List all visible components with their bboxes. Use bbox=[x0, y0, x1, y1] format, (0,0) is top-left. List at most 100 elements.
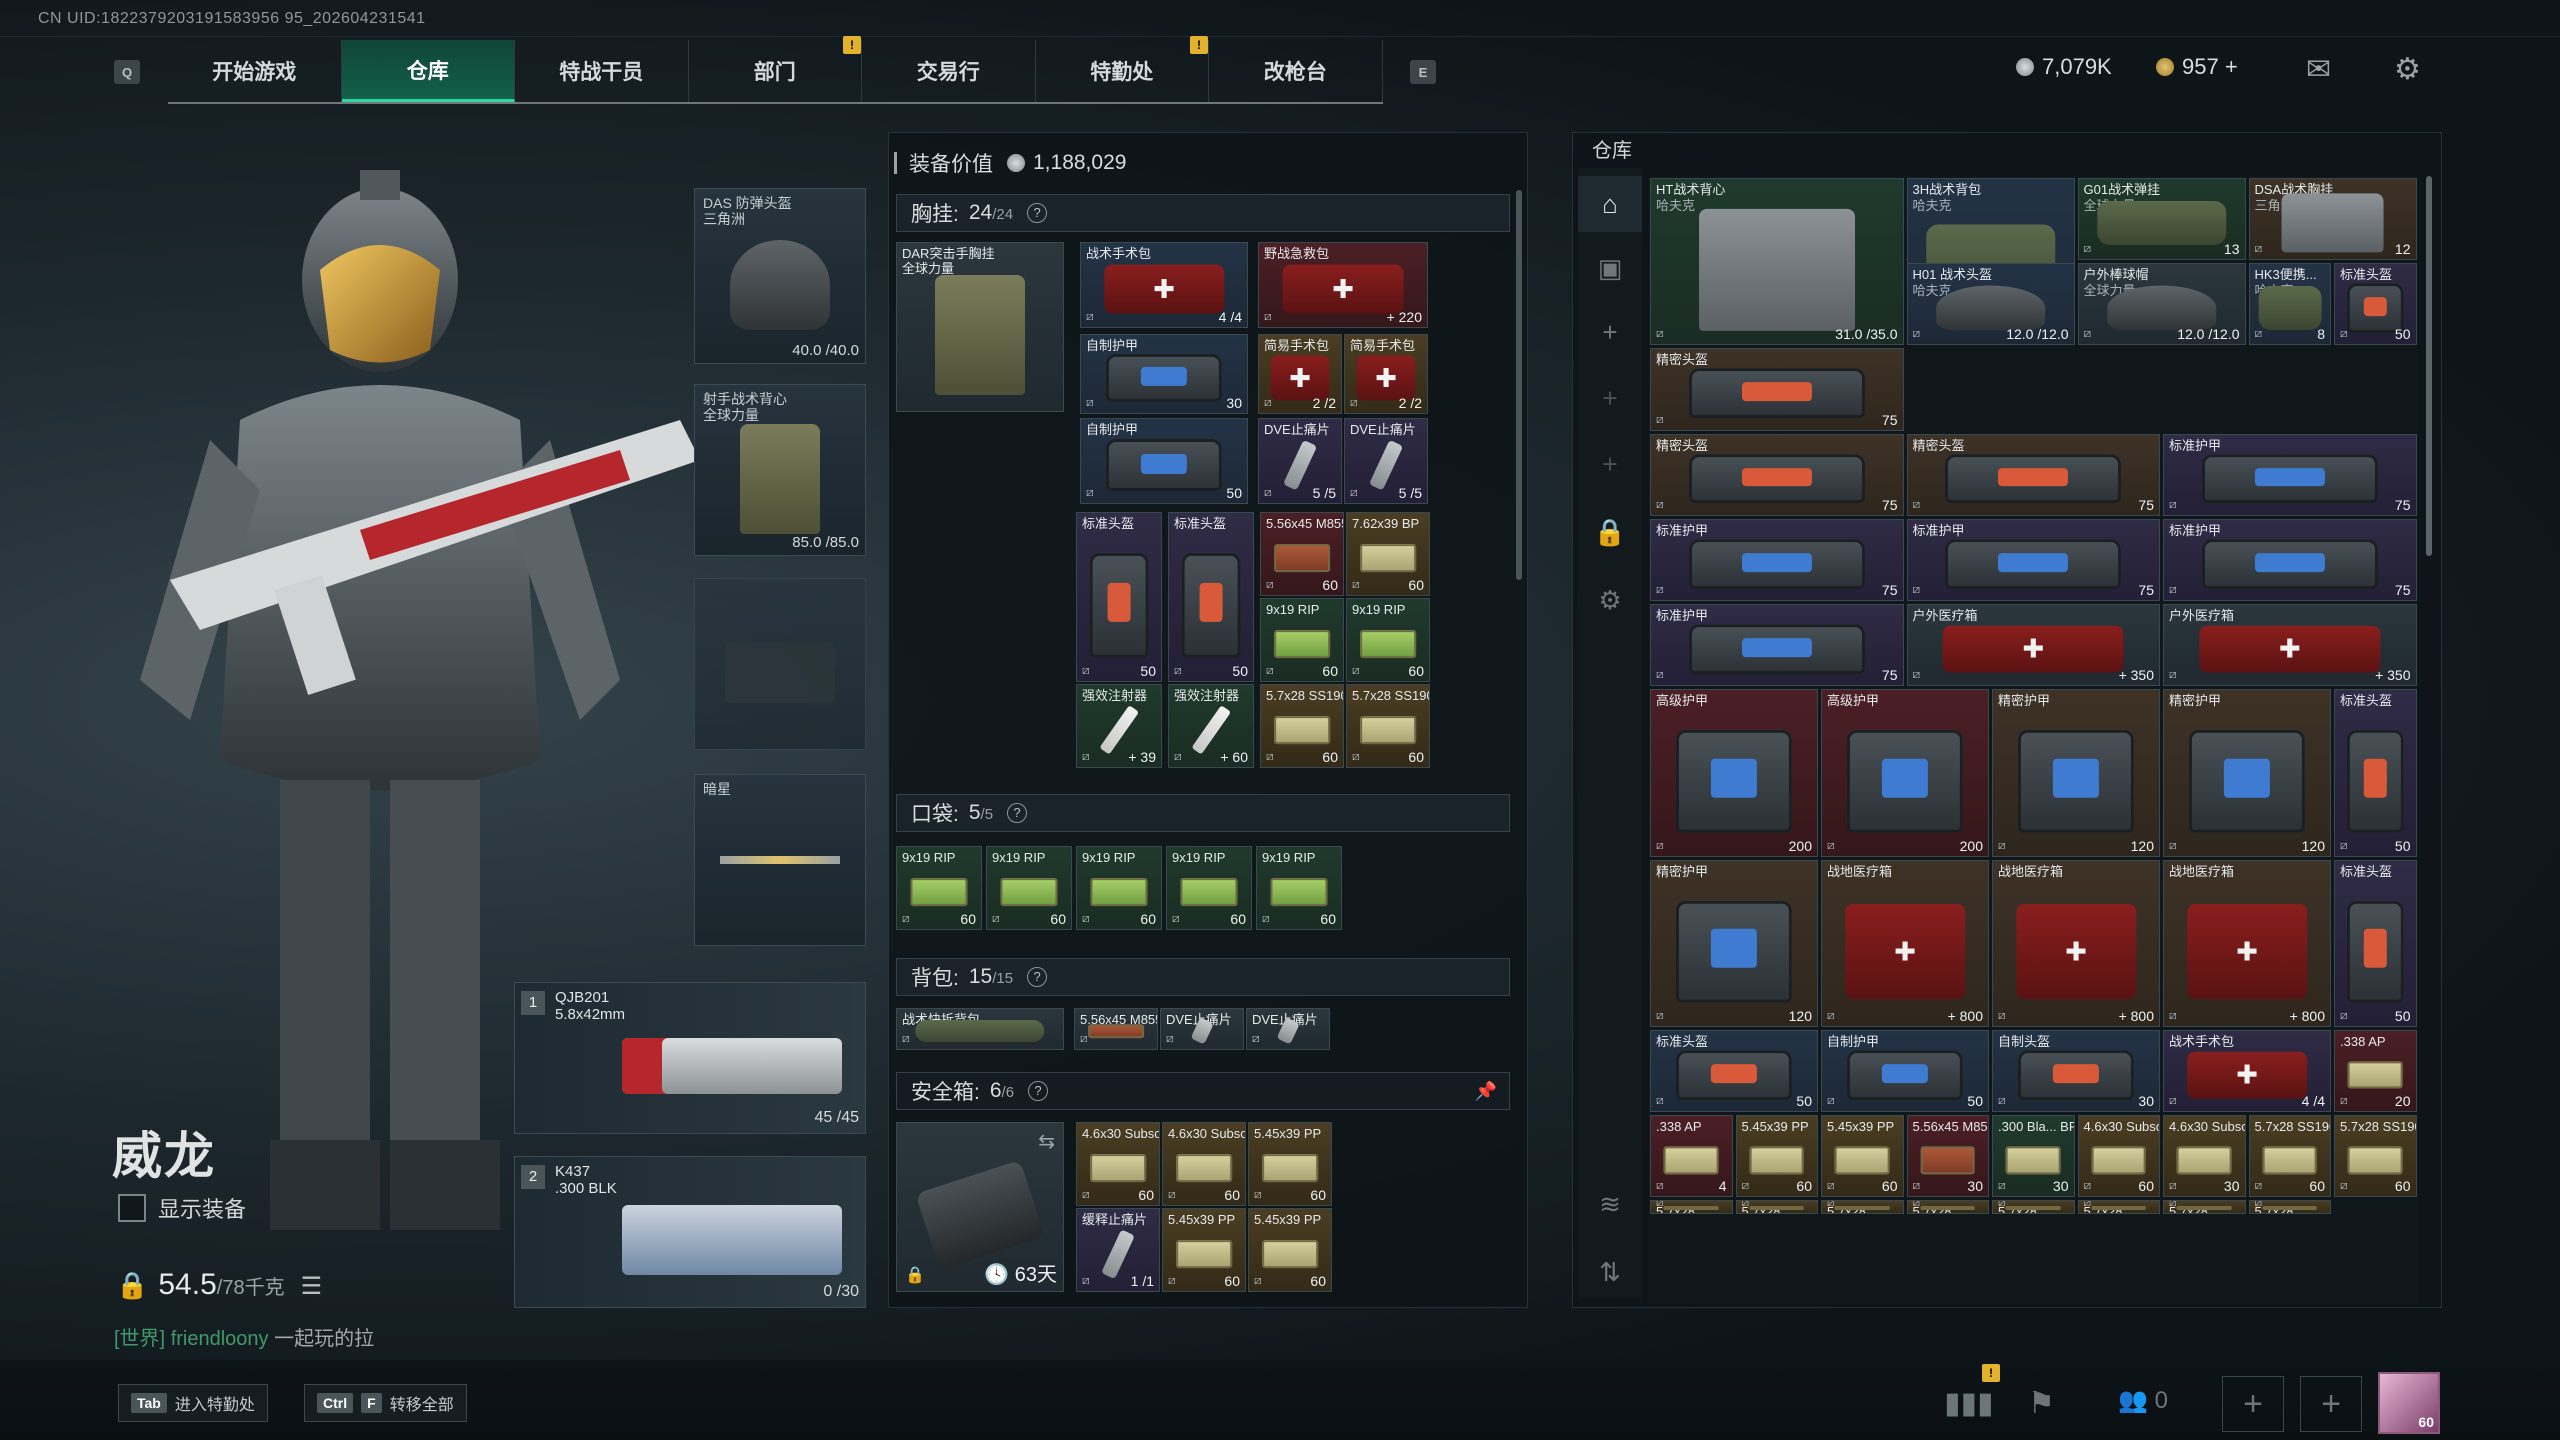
tab-trade[interactable]: 交易行 bbox=[862, 40, 1036, 102]
chest-item[interactable]: 5.7x28 SS190 ⧄ 60 bbox=[1346, 684, 1430, 768]
tab-gunsmith[interactable]: 改枪台 bbox=[1209, 40, 1383, 102]
weight-list-icon[interactable]: ☰ bbox=[301, 1272, 323, 1301]
warehouse-item[interactable]: 战术手术包 ⧄ 4 /4 bbox=[2163, 1030, 2331, 1113]
bond-balance[interactable]: 957 + bbox=[2156, 54, 2238, 80]
warehouse-item[interactable]: .300 Bla... BP/ADMJ ⧄ 30 bbox=[1992, 1115, 2075, 1198]
warehouse-page-icon[interactable]: ▣ bbox=[1578, 240, 1642, 296]
warehouse-item[interactable]: 5.7x28 SS190 ⧄ 60 bbox=[2248, 1115, 2331, 1198]
pocket-item[interactable]: 9x19 RIP ⧄ 60 bbox=[986, 846, 1072, 930]
pocket-item[interactable]: 9x19 RIP ⧄ 60 bbox=[1256, 846, 1342, 930]
add-page-3-icon[interactable]: + bbox=[1578, 436, 1642, 492]
tab-warehouse[interactable]: 仓库 bbox=[341, 40, 515, 102]
chest-item[interactable]: 简易手术包 ⧄ 2 /2 bbox=[1344, 334, 1428, 414]
warehouse-item[interactable]: 精密头盔 ⧄ 75 bbox=[1906, 433, 2160, 516]
warehouse-item[interactable]: 标准护甲 ⧄ 75 bbox=[1906, 518, 2160, 601]
prev-tab-key[interactable]: Q bbox=[114, 60, 140, 84]
backpack-item[interactable]: 5.56x45 M855A1⧄ bbox=[1074, 1008, 1158, 1050]
chest-item[interactable]: 标准头盔 ⧄ 50 bbox=[1168, 512, 1254, 682]
warehouse-item[interactable]: 精密头盔 ⧄ 75 bbox=[1650, 433, 1904, 516]
chest-item[interactable]: 强效注射器 ⧄ + 60 bbox=[1168, 684, 1254, 768]
warehouse-item[interactable]: 户外医疗箱 ⧄ + 350 bbox=[1906, 604, 2160, 687]
backpack-item[interactable]: DVE止痛片⧄ bbox=[1160, 1008, 1244, 1050]
warehouse-item[interactable]: 5.56x45 M855 ⧄ 30 bbox=[1906, 1115, 1989, 1198]
warehouse-item[interactable]: 精密护甲 ⧄ 120 bbox=[1992, 689, 2160, 857]
warehouse-item[interactable]: 标准头盔 ⧄ 50 bbox=[2334, 859, 2417, 1027]
warehouse-item[interactable]: 战地医疗箱 ⧄ + 800 bbox=[1992, 859, 2160, 1027]
warehouse-item[interactable]: 自制护甲 ⧄ 50 bbox=[1821, 1030, 1989, 1113]
warehouse-item[interactable]: G01战术弹挂全球力量⧄13 bbox=[2077, 178, 2246, 261]
warehouse-item[interactable]: 精密头盔 ⧄ 75 bbox=[1650, 348, 1904, 431]
chest-item[interactable]: 简易手术包 ⧄ 2 /2 bbox=[1258, 334, 1342, 414]
warehouse-scrollbar[interactable] bbox=[2426, 176, 2432, 556]
tab-start-game[interactable]: 开始游戏 bbox=[168, 40, 342, 102]
warehouse-item[interactable]: 标准头盔 ⧄ 50 bbox=[2334, 689, 2417, 857]
warehouse-item[interactable]: .338 AP ⧄ 4 bbox=[1650, 1115, 1733, 1198]
chest-item[interactable]: DVE止痛片 ⧄ 5 /5 bbox=[1258, 418, 1342, 504]
sort-settings-icon[interactable]: ⚙ bbox=[1578, 572, 1642, 628]
secondary-weapon-slot[interactable]: 2 K437.300 BLK 0 /30 bbox=[514, 1156, 866, 1308]
warehouse-item[interactable]: 战地医疗箱 ⧄ + 800 bbox=[2163, 859, 2331, 1027]
safe-box-slot[interactable]: ⇆ 🔒 🕓 63天 bbox=[896, 1122, 1064, 1292]
pocket-help-icon[interactable]: ? bbox=[1007, 803, 1028, 823]
pistol-slot[interactable] bbox=[694, 578, 866, 750]
armor-slot[interactable]: 射手战术背心 全球力量 85.0 /85.0 bbox=[694, 384, 866, 556]
add-page-icon[interactable]: + bbox=[1578, 304, 1642, 360]
mail-icon[interactable]: ✉ bbox=[2306, 52, 2331, 87]
chest-help-icon[interactable]: ? bbox=[1027, 203, 1048, 223]
chest-item[interactable]: 9x19 RIP ⧄ 60 bbox=[1346, 598, 1430, 682]
chest-item[interactable]: 战术手术包 ⧄ 4 /4 bbox=[1080, 242, 1248, 328]
transfer-all-button[interactable]: Ctrl F 转移全部 bbox=[304, 1384, 467, 1422]
warehouse-item[interactable]: 精密护甲 ⧄ 120 bbox=[2163, 689, 2331, 857]
warehouse-item[interactable]: 标准护甲 ⧄ 75 bbox=[1650, 604, 1904, 687]
primary-weapon-slot[interactable]: 1 QJB201 5.8x42mm 45 /45 bbox=[514, 982, 866, 1134]
chest-item[interactable]: 5.56x45 M855A1 ⧄ 60 bbox=[1260, 512, 1344, 596]
warehouse-item[interactable]: 精密护甲 ⧄ 120 bbox=[1650, 859, 1818, 1027]
helmet-slot[interactable]: DAS 防弹头盔 三角洲 40.0 /40.0 bbox=[694, 188, 866, 364]
swap-icon[interactable]: ⇆ bbox=[1038, 1129, 1055, 1154]
chest-item[interactable]: 9x19 RIP ⧄ 60 bbox=[1260, 598, 1344, 682]
coin-balance[interactable]: 7,079K bbox=[2016, 54, 2112, 80]
pocket-item[interactable]: 9x19 RIP ⧄ 60 bbox=[896, 846, 982, 930]
chest-item[interactable]: 野战急救包 ⧄ + 220 bbox=[1258, 242, 1428, 328]
flag-icon[interactable]: ⚑ bbox=[2028, 1386, 2055, 1421]
layers-icon[interactable]: ≋ bbox=[1578, 1176, 1642, 1232]
sort-icon[interactable]: ⇅ bbox=[1578, 1244, 1642, 1300]
safe-item[interactable]: 5.45x39 PP ⧄ 60 bbox=[1248, 1208, 1332, 1292]
warehouse-item[interactable]: 5.7x28⧄ bbox=[1735, 1200, 1818, 1215]
chest-item[interactable]: 5.7x28 SS190 ⧄ 60 bbox=[1260, 684, 1344, 768]
safe-item[interactable]: 5.45x39 PP ⧄ 60 bbox=[1248, 1122, 1332, 1206]
safe-item[interactable]: 缓释止痛片 ⧄ 1 /1 bbox=[1076, 1208, 1160, 1292]
safe-item[interactable]: 4.6x30 Subsonic ⧄ 60 bbox=[1162, 1122, 1246, 1206]
chest-item[interactable]: 标准头盔 ⧄ 50 bbox=[1076, 512, 1162, 682]
pocket-item[interactable]: 9x19 RIP ⧄ 60 bbox=[1166, 846, 1252, 930]
loadout-scrollbar[interactable] bbox=[1516, 190, 1522, 580]
add-page-2-icon[interactable]: + bbox=[1578, 370, 1642, 426]
backpack-item[interactable]: 战术快拆背包⧄ bbox=[896, 1008, 1064, 1050]
pocket-item[interactable]: 9x19 RIP ⧄ 60 bbox=[1076, 846, 1162, 930]
chest-item[interactable]: 7.62x39 BP ⧄ 60 bbox=[1346, 512, 1430, 596]
warehouse-item[interactable]: 户外医疗箱 ⧄ + 350 bbox=[2163, 604, 2417, 687]
player-avatar[interactable]: 60 bbox=[2378, 1372, 2440, 1434]
squad-slot-1[interactable]: + bbox=[2222, 1376, 2284, 1432]
warehouse-item[interactable]: 5.7x28⧄ bbox=[2248, 1200, 2331, 1215]
warehouse-item[interactable]: 5.45x39 PP ⧄ 60 bbox=[1735, 1115, 1818, 1198]
safe-help-icon[interactable]: ? bbox=[1028, 1081, 1049, 1101]
warehouse-item[interactable]: 标准头盔 ⧄ 50 bbox=[2334, 263, 2417, 346]
stats-chart-icon[interactable]: ▮▮▮ bbox=[1944, 1386, 1994, 1421]
enter-special-ops-button[interactable]: Tab 进入特勤处 bbox=[118, 1384, 268, 1422]
chat-line[interactable]: [世界] friendloony 一起玩的拉 bbox=[114, 1322, 374, 1351]
chest-item[interactable]: DVE止痛片 ⧄ 5 /5 bbox=[1344, 418, 1428, 504]
next-tab-key[interactable]: E bbox=[1410, 60, 1436, 84]
warehouse-item[interactable]: 5.7x28⧄ bbox=[2077, 1200, 2160, 1215]
pin-icon[interactable]: 📌 bbox=[1475, 1081, 1497, 1102]
melee-slot[interactable]: 暗星 bbox=[694, 774, 866, 946]
warehouse-item[interactable]: 户外棒球帽 全球力量 ⧄ 12.0 /12.0 bbox=[2077, 263, 2246, 346]
warehouse-item[interactable]: 标准护甲 ⧄ 75 bbox=[2163, 518, 2417, 601]
warehouse-item[interactable]: 5.7x28⧄ bbox=[1650, 1200, 1733, 1215]
safe-item[interactable]: 5.45x39 PP ⧄ 60 bbox=[1162, 1208, 1246, 1292]
warehouse-item[interactable]: 标准护甲 ⧄ 75 bbox=[2163, 433, 2417, 516]
warehouse-item[interactable]: 4.6x30 Subsonic ⧄ 60 bbox=[2077, 1115, 2160, 1198]
warehouse-item[interactable]: 5.45x39 PP ⧄ 60 bbox=[1821, 1115, 1904, 1198]
chest-rig-slot[interactable]: DAR突击手胸挂 全球力量 bbox=[896, 242, 1064, 412]
warehouse-item[interactable]: 自制头盔 ⧄ 30 bbox=[1992, 1030, 2160, 1113]
